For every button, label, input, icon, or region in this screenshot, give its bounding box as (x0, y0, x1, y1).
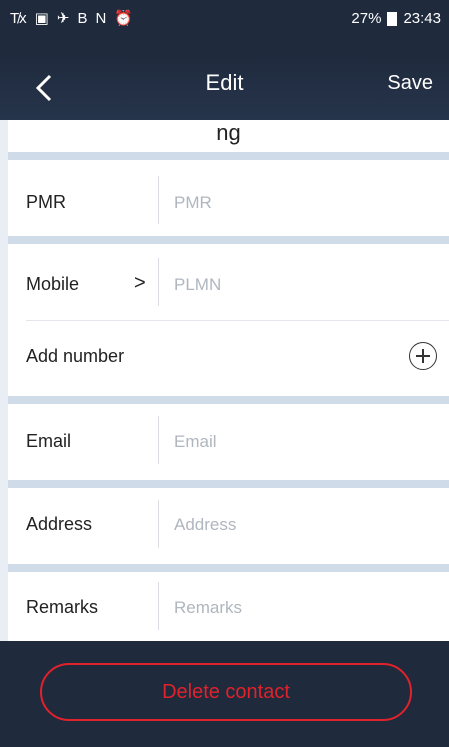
remarks-label: Remarks (26, 597, 99, 617)
mobile-divider (158, 258, 159, 306)
mobile-input[interactable]: PLMN (174, 275, 221, 295)
page-title: Edit (205, 70, 244, 95)
section-divider (8, 564, 449, 572)
delete-contact-button[interactable]: Delete contact (40, 663, 412, 721)
name-card: ng (8, 120, 449, 152)
status-bar: T̸x ▣ ✈ B N ⏰ 27% 23:43 (0, 0, 449, 56)
photo-icon: ▣ (34, 10, 49, 27)
alarm-icon: ⏰ (114, 10, 133, 27)
address-divider (158, 500, 159, 548)
status-right: 27% 23:43 (351, 10, 441, 27)
bluetooth-icon: B (77, 10, 88, 27)
add-number-plus-icon[interactable] (409, 342, 437, 370)
name-field-partial[interactable]: ng (8, 120, 449, 146)
email-input[interactable]: Email (174, 432, 217, 452)
battery-percent: 27% (351, 10, 382, 27)
remarks-input[interactable]: Remarks (174, 598, 242, 618)
pmr-input[interactable]: PMR (174, 193, 212, 213)
nfc-icon: N (95, 10, 107, 27)
mobile-card: Mobile > PLMN Add number (8, 244, 449, 396)
email-label: Email (26, 431, 72, 451)
mobile-type-chevron-icon[interactable]: > (134, 272, 146, 295)
remarks-divider (158, 582, 159, 630)
clock: 23:43 (403, 10, 441, 27)
mobile-label: Mobile (26, 274, 80, 294)
address-label: Address (26, 514, 93, 534)
email-divider (158, 416, 159, 464)
add-number-label[interactable]: Add number (26, 346, 124, 367)
address-input[interactable]: Address (174, 515, 236, 535)
pmr-row: PMR PMR (8, 160, 449, 240)
address-row: Address Address (8, 488, 449, 564)
row-divider (26, 320, 449, 321)
section-divider (8, 396, 449, 404)
battery-icon (387, 11, 398, 26)
save-button[interactable]: Save (387, 72, 433, 95)
remarks-row: Remarks Remarks (8, 572, 449, 641)
section-divider (8, 152, 449, 160)
section-divider (8, 480, 449, 488)
pmr-label: PMR (26, 192, 66, 212)
top-bar: Edit Save (0, 56, 449, 120)
airplane-icon: ✈ (56, 10, 70, 27)
status-icons: T̸x ▣ ✈ B N ⏰ (10, 10, 133, 28)
section-divider (8, 236, 449, 244)
bottom-bar: Delete contact (0, 641, 449, 747)
email-row: Email Email (8, 404, 449, 480)
no-sim-icon: T̸x (10, 10, 27, 27)
pmr-divider (158, 176, 159, 224)
